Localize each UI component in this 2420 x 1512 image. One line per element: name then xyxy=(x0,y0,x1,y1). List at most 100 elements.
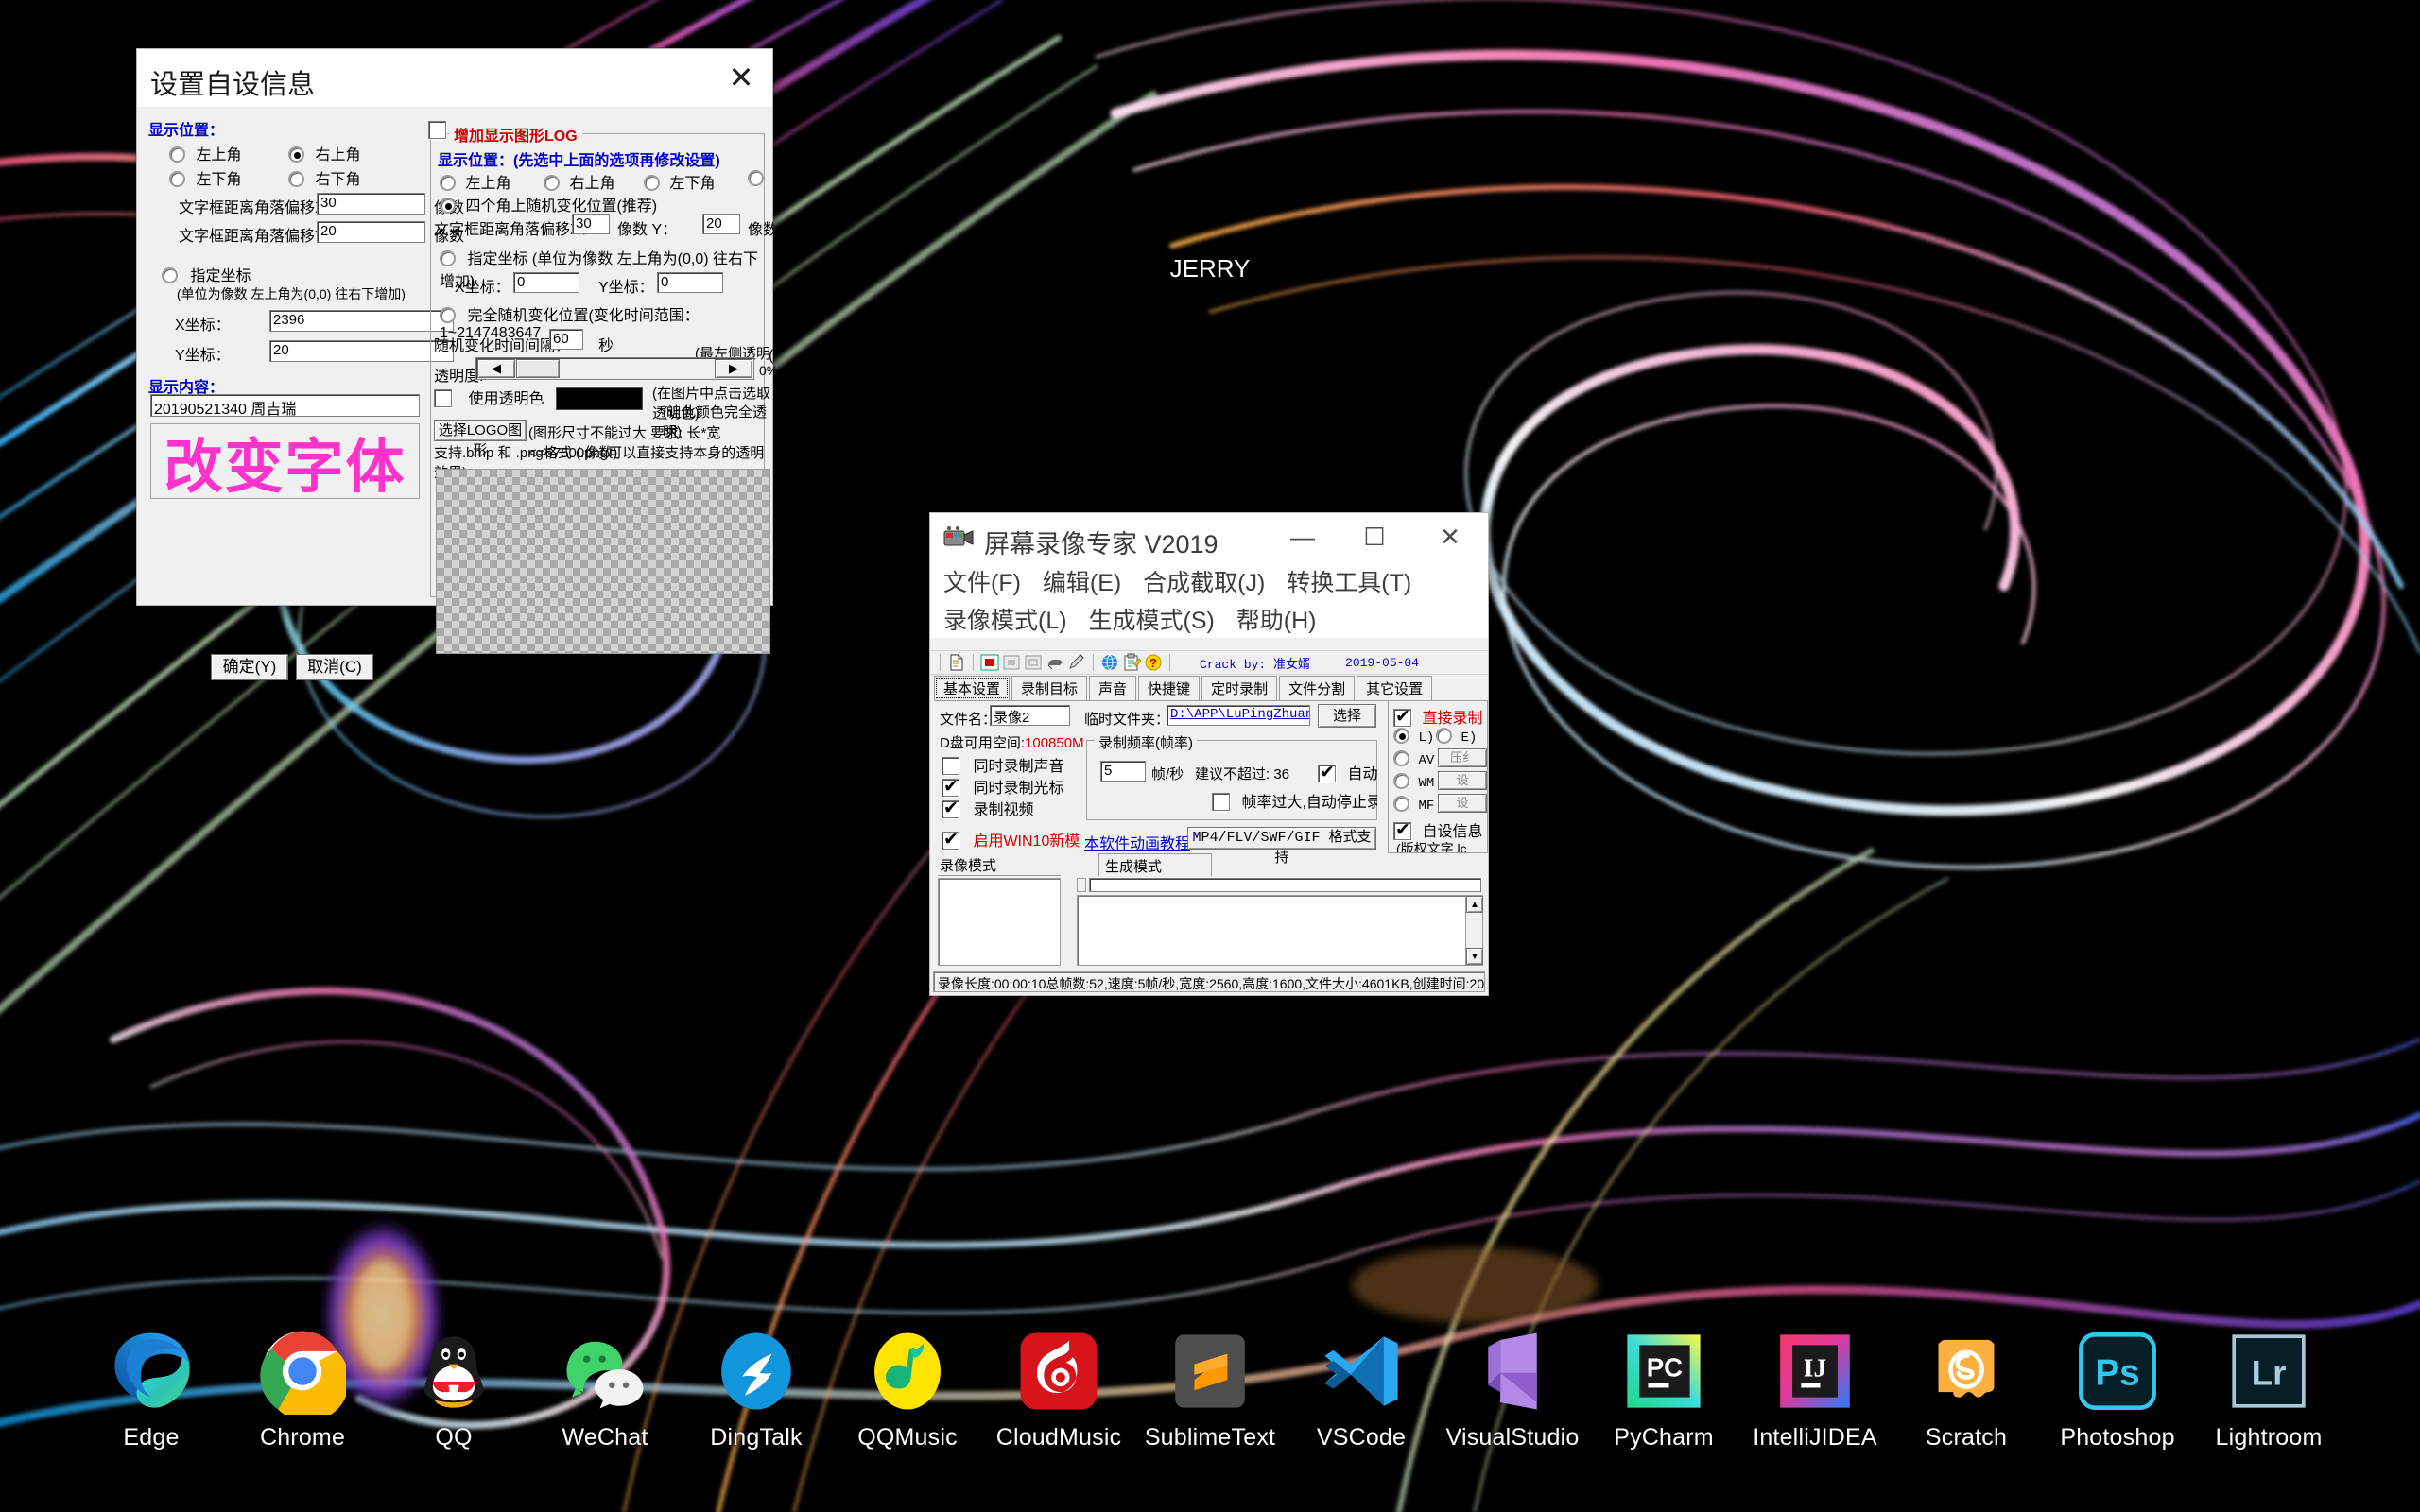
tab-file-split[interactable]: 文件分割 xyxy=(1279,676,1356,700)
menu-item-generate-mode[interactable]: 生成模式(S) xyxy=(1089,608,1215,634)
record-mode-label[interactable]: 录像模式 xyxy=(938,855,1061,876)
codec-option-0[interactable]: L) xyxy=(1393,728,1434,746)
menu-item-edit[interactable]: 编辑(E) xyxy=(1043,570,1121,596)
radio-specify-coord[interactable] xyxy=(440,250,456,266)
tab-other-settings[interactable]: 其它设置 xyxy=(1357,676,1433,700)
stop-icon[interactable] xyxy=(1002,653,1021,672)
filename-input[interactable]: 录像2 xyxy=(990,705,1070,726)
close-icon[interactable]: ✕ xyxy=(1422,513,1478,560)
checkbox[interactable] xyxy=(428,121,446,139)
radio-codec-avi[interactable] xyxy=(1393,750,1409,766)
checkbox[interactable] xyxy=(1393,706,1411,727)
check-auto-rate[interactable]: 自动 xyxy=(1318,761,1377,783)
logo-preview-area[interactable] xyxy=(436,469,770,654)
radio-top-right[interactable] xyxy=(544,175,560,191)
dock-item-vscode[interactable]: VSCode xyxy=(1286,1328,1437,1452)
radio-top-left[interactable] xyxy=(169,146,185,163)
menu-item-record-mode[interactable]: 录像模式(L) xyxy=(943,608,1067,634)
ok-button[interactable]: 确定(Y) xyxy=(211,654,288,680)
radio-codec-mf[interactable] xyxy=(1393,796,1409,812)
minimize-button[interactable]: — xyxy=(1274,513,1331,560)
checkbox[interactable] xyxy=(1318,762,1336,782)
radio-random-four-corners[interactable] xyxy=(440,198,456,214)
logo-pos-option-3[interactable] xyxy=(748,170,772,188)
left-coord-radio-row[interactable]: 指定坐标 xyxy=(162,263,251,285)
checkbox[interactable] xyxy=(1393,819,1411,840)
logo-offset-y-input[interactable]: 20 xyxy=(702,214,740,234)
offset-x-input[interactable]: 30 xyxy=(317,193,425,215)
logo-enable-checkbox[interactable] xyxy=(428,121,446,140)
set-button-1[interactable]: 设 xyxy=(1438,771,1487,790)
codec-option-2[interactable]: AV xyxy=(1393,750,1434,768)
dock-item-dingtalk[interactable]: DingTalk xyxy=(681,1328,832,1452)
recorder-titlebar[interactable]: 屏幕录像专家 V2019 — ☐ ✕ xyxy=(930,513,1488,562)
dock-item-qqmusic[interactable]: QQMusic xyxy=(832,1328,983,1452)
choose-tempdir-button[interactable]: 选择 xyxy=(1318,704,1376,728)
left-pos-option-2[interactable]: 左下角 xyxy=(169,166,241,189)
font-preview-box[interactable]: 改变字体 xyxy=(150,423,420,499)
vertical-scrollbar[interactable]: ▲ ▼ xyxy=(1465,896,1483,965)
dock-item-visualstudio[interactable]: VisualStudio xyxy=(1437,1328,1588,1452)
radio-bottom-left[interactable] xyxy=(644,175,660,191)
record-icon[interactable] xyxy=(980,653,999,672)
logo-offset-x-input[interactable]: 30 xyxy=(572,214,610,234)
rate-input[interactable]: 5 xyxy=(1100,761,1146,782)
codec-option-3[interactable]: WM xyxy=(1393,773,1434,791)
radio-codec-wmv[interactable] xyxy=(1393,773,1409,789)
content-input[interactable]: 20190521340 周吉瑞 xyxy=(150,394,420,417)
dock-item-pycharm[interactable]: PC PyCharm xyxy=(1588,1328,1739,1452)
logo-pos-option-0[interactable]: 左上角 xyxy=(440,170,510,193)
checkbox[interactable] xyxy=(942,798,959,818)
radio-top-left[interactable] xyxy=(440,175,456,191)
slider-right-arrow-icon[interactable]: ▶ xyxy=(715,359,752,378)
dock-item-scratch[interactable]: Scratch xyxy=(1891,1328,2042,1452)
globe-icon[interactable] xyxy=(1100,653,1119,672)
logo-y-input[interactable]: 0 xyxy=(657,272,723,293)
dock-item-qq[interactable]: QQ xyxy=(378,1328,529,1452)
new-file-icon[interactable] xyxy=(947,653,966,672)
menu-item-convert[interactable]: 转换工具(T) xyxy=(1287,570,1411,596)
cancel-button[interactable]: 取消(C) xyxy=(296,654,373,680)
radio-full-random[interactable] xyxy=(440,307,456,323)
generate-mode-label[interactable]: 生成模式 xyxy=(1098,853,1212,876)
radio-bottom-right[interactable] xyxy=(288,171,304,187)
pause-icon[interactable] xyxy=(1024,653,1043,672)
menu-item-compose[interactable]: 合成截取(J) xyxy=(1143,570,1265,596)
dock-item-wechat[interactable]: WeChat xyxy=(529,1328,681,1452)
tab-record-target[interactable]: 录制目标 xyxy=(1011,676,1088,700)
radio-codec-lx[interactable] xyxy=(1393,728,1409,744)
radio-bottom-right[interactable] xyxy=(748,170,764,186)
dock-item-lightroom[interactable]: Lr Lightroom xyxy=(2193,1328,2344,1452)
checkbox[interactable] xyxy=(942,829,959,850)
tab-sound[interactable]: 声音 xyxy=(1089,676,1137,700)
tutorial-link[interactable]: 本软件动画教程 xyxy=(1084,831,1190,853)
check-record-video[interactable]: 录制视频 xyxy=(942,797,1033,819)
alpha-slider[interactable]: ◀ ▶ xyxy=(475,357,754,380)
choose-logo-button[interactable]: 选择LOGO图形 xyxy=(434,420,527,458)
checkbox[interactable] xyxy=(942,757,959,775)
dock-item-intellijidea[interactable]: IJ IntelliJIDEA xyxy=(1739,1328,1891,1452)
logo-pos-option-2[interactable]: 左下角 xyxy=(644,170,715,193)
maximize-button[interactable]: ☐ xyxy=(1346,513,1403,560)
scroll-down-arrow-icon[interactable]: ▼ xyxy=(1466,948,1483,965)
menu-item-help[interactable]: 帮助(H) xyxy=(1236,608,1317,634)
left-pos-option-3[interactable]: 右下角 xyxy=(288,166,360,189)
offset-y-input[interactable]: 20 xyxy=(317,221,425,243)
record-file-list[interactable] xyxy=(938,878,1061,966)
x-coord-input[interactable]: 2396 xyxy=(269,310,454,332)
logo-random4-row[interactable]: 四个角上随机变化位置(推荐) xyxy=(440,193,657,215)
check-win10-mode[interactable]: 启用WIN10新模 xyxy=(942,828,1080,850)
hand-icon[interactable] xyxy=(1046,653,1064,672)
radio-specify-coord[interactable] xyxy=(162,267,178,284)
logo-interval-input[interactable]: 60 xyxy=(549,329,583,350)
generate-path-input[interactable] xyxy=(1089,878,1481,892)
format-support-button[interactable]: MP4/FLV/SWF/GIF 格式支持 xyxy=(1187,827,1376,867)
checkbox[interactable] xyxy=(434,389,452,407)
codec-option-1[interactable]: E) xyxy=(1436,728,1477,746)
menu-item-file[interactable]: 文件(F) xyxy=(943,570,1021,596)
compress-button[interactable]: 压纟 xyxy=(1438,748,1487,767)
scroll-up-arrow-icon[interactable]: ▲ xyxy=(1466,896,1483,913)
dock-item-sublimetext[interactable]: SublimeText xyxy=(1134,1328,1286,1452)
check-direct-record[interactable]: 直接录制 xyxy=(1393,705,1482,728)
dock-item-chrome[interactable]: Chrome xyxy=(227,1328,378,1452)
